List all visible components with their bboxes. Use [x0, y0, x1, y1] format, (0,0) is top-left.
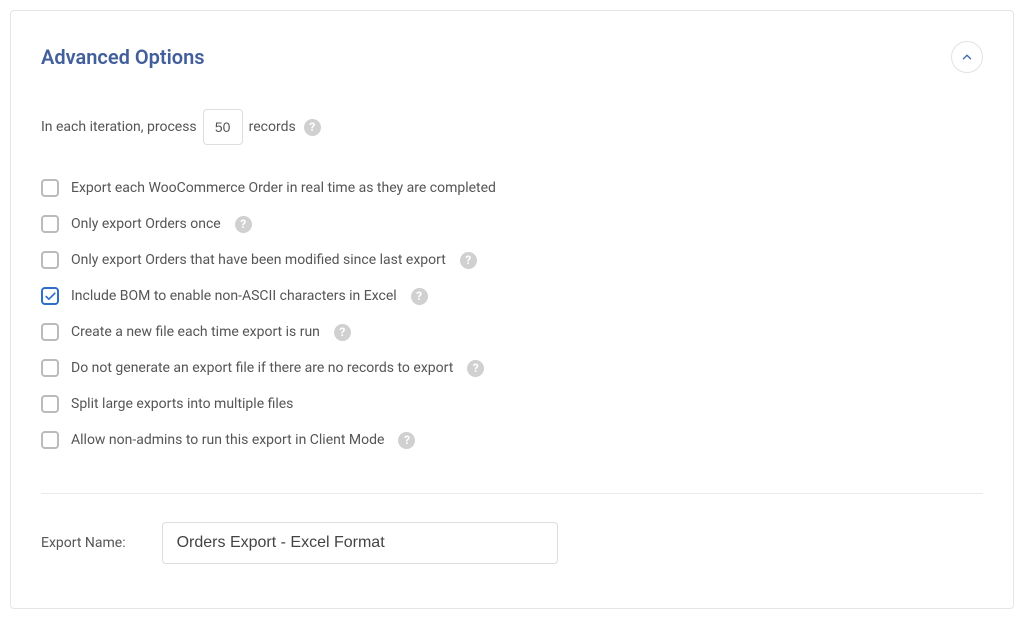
help-icon[interactable]: ? [334, 324, 351, 341]
chevron-up-icon [960, 50, 974, 64]
panel-title: Advanced Options [41, 45, 205, 69]
help-icon[interactable]: ? [411, 288, 428, 305]
option-label: Allow non-admins to run this export in C… [71, 432, 384, 448]
option-skip-empty: Do not generate an export file if there … [41, 359, 983, 377]
checkbox-include-bom[interactable] [41, 287, 59, 305]
option-export-realtime: Export each WooCommerce Order in real ti… [41, 179, 983, 197]
option-label: Include BOM to enable non-ASCII characte… [71, 288, 397, 304]
checkbox-new-file-each-run[interactable] [41, 323, 59, 341]
options-list: Export each WooCommerce Order in real ti… [41, 179, 983, 449]
help-icon[interactable]: ? [460, 252, 477, 269]
option-label: Only export Orders that have been modifi… [71, 252, 446, 268]
help-icon[interactable]: ? [398, 432, 415, 449]
help-icon[interactable]: ? [304, 119, 321, 136]
checkbox-export-modified[interactable] [41, 251, 59, 269]
option-client-mode: Allow non-admins to run this export in C… [41, 431, 983, 449]
option-label: Create a new file each time export is ru… [71, 324, 320, 340]
help-icon[interactable]: ? [235, 216, 252, 233]
option-export-once: Only export Orders once ? [41, 215, 983, 233]
iteration-count-input[interactable] [203, 109, 243, 145]
option-include-bom: Include BOM to enable non-ASCII characte… [41, 287, 983, 305]
option-label: Do not generate an export file if there … [71, 360, 453, 376]
iteration-row: In each iteration, process records ? [41, 109, 983, 145]
advanced-options-panel: Advanced Options In each iteration, proc… [10, 10, 1014, 609]
checkbox-client-mode[interactable] [41, 431, 59, 449]
help-icon[interactable]: ? [467, 360, 484, 377]
collapse-toggle-button[interactable] [951, 41, 983, 73]
checkbox-export-realtime[interactable] [41, 179, 59, 197]
option-label: Export each WooCommerce Order in real ti… [71, 180, 496, 196]
section-divider [41, 493, 983, 494]
checkbox-export-once[interactable] [41, 215, 59, 233]
option-label: Only export Orders once [71, 216, 221, 232]
check-icon [44, 290, 57, 303]
export-name-label: Export Name: [41, 535, 126, 551]
option-split-large: Split large exports into multiple files [41, 395, 983, 413]
iteration-suffix: records [249, 119, 296, 135]
panel-header: Advanced Options [41, 41, 983, 73]
checkbox-skip-empty[interactable] [41, 359, 59, 377]
option-new-file-each-run: Create a new file each time export is ru… [41, 323, 983, 341]
option-label: Split large exports into multiple files [71, 396, 293, 412]
export-name-input[interactable] [162, 522, 558, 564]
option-export-modified: Only export Orders that have been modifi… [41, 251, 983, 269]
iteration-prefix: In each iteration, process [41, 119, 197, 135]
export-name-row: Export Name: [41, 522, 983, 564]
checkbox-split-large[interactable] [41, 395, 59, 413]
